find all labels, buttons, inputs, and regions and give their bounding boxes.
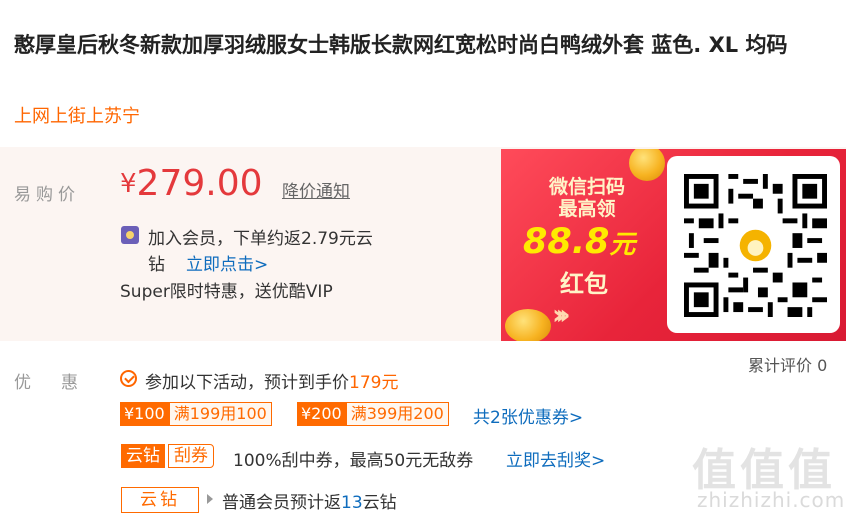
return-suffix: 云钻 (362, 493, 397, 513)
coupon-condition: 满399用200 (345, 402, 449, 426)
shop-name[interactable]: 上网上街上苏宁 (14, 102, 140, 128)
gold-coin-icon (629, 149, 665, 181)
promo-arrows-icon: ››› (552, 298, 570, 331)
vip-rebate-text-cont: 钻 (148, 255, 165, 275)
activity-text: 参加以下活动，预计到手价179元 (145, 368, 398, 393)
review-count[interactable]: 累计评价 0 (748, 352, 827, 376)
price-display: ¥279.00 (120, 163, 263, 204)
vip-join-link[interactable]: 立即点击> (186, 250, 268, 275)
promo-line2: 最高领 (558, 198, 616, 220)
cloud-diamond-return-text: 普通会员预计返13云钻 (222, 488, 397, 513)
return-num: 13 (341, 493, 363, 513)
site-watermark-url: zhizhizhi.com (697, 488, 846, 512)
promo-red-packet: 红包 (560, 270, 608, 298)
price-value: 279.00 (136, 163, 263, 204)
discount-label: 优惠 (14, 373, 108, 393)
scratch-now-link[interactable]: 立即去刮奖> (506, 446, 605, 471)
coupon-condition: 满199用100 (168, 402, 272, 426)
promo-amount: 88.8元 (523, 222, 635, 262)
return-prefix: 普通会员预计返 (222, 493, 341, 513)
scratch-text: 100%刮中券，最高50元无敌券 (233, 451, 474, 471)
super-offer-text: Super限时特惠，送优酷VIP (120, 282, 333, 302)
all-coupons-link[interactable]: 共2张优惠券> (473, 403, 583, 428)
vip-rebate-text: 加入会员，下单约返2.79元云 (148, 229, 373, 249)
currency-symbol: ¥ (120, 169, 137, 199)
scratch-coupon-tag: 刮券 (168, 444, 214, 468)
caret-right-icon (207, 494, 213, 504)
activity-price: 179元 (349, 373, 399, 393)
activity-check-icon (120, 370, 137, 387)
coupon-100[interactable]: ¥100 满199用100 (120, 402, 272, 426)
coupon-amount: ¥100 (120, 402, 169, 426)
coupon-amount: ¥200 (297, 402, 346, 426)
promo-amount-unit: 元 (609, 230, 636, 260)
qr-code-icon (684, 174, 827, 317)
cloud-diamond-tag: 云钻 (121, 444, 165, 468)
vip-crown-icon (121, 226, 139, 244)
promo-amount-value: 88.8 (523, 222, 610, 262)
cloud-diamond-tag-outline: 云钻 (121, 487, 199, 513)
activity-prefix: 参加以下活动，预计到手价 (145, 373, 349, 393)
promo-line1: 微信扫码 (548, 176, 625, 198)
price-drop-notice-link[interactable]: 降价通知 (282, 177, 350, 202)
price-label: 易购价 (14, 185, 80, 205)
promo-heading: 微信扫码 最高领 (544, 176, 630, 220)
coupon-200[interactable]: ¥200 满399用200 (297, 402, 449, 426)
gold-coin-icon (505, 309, 551, 341)
product-title: 憨厚皇后秋冬新款加厚羽绒服女士韩版长款网红宽松时尚白鸭绒外套 蓝色. XL 均码 (14, 33, 788, 57)
